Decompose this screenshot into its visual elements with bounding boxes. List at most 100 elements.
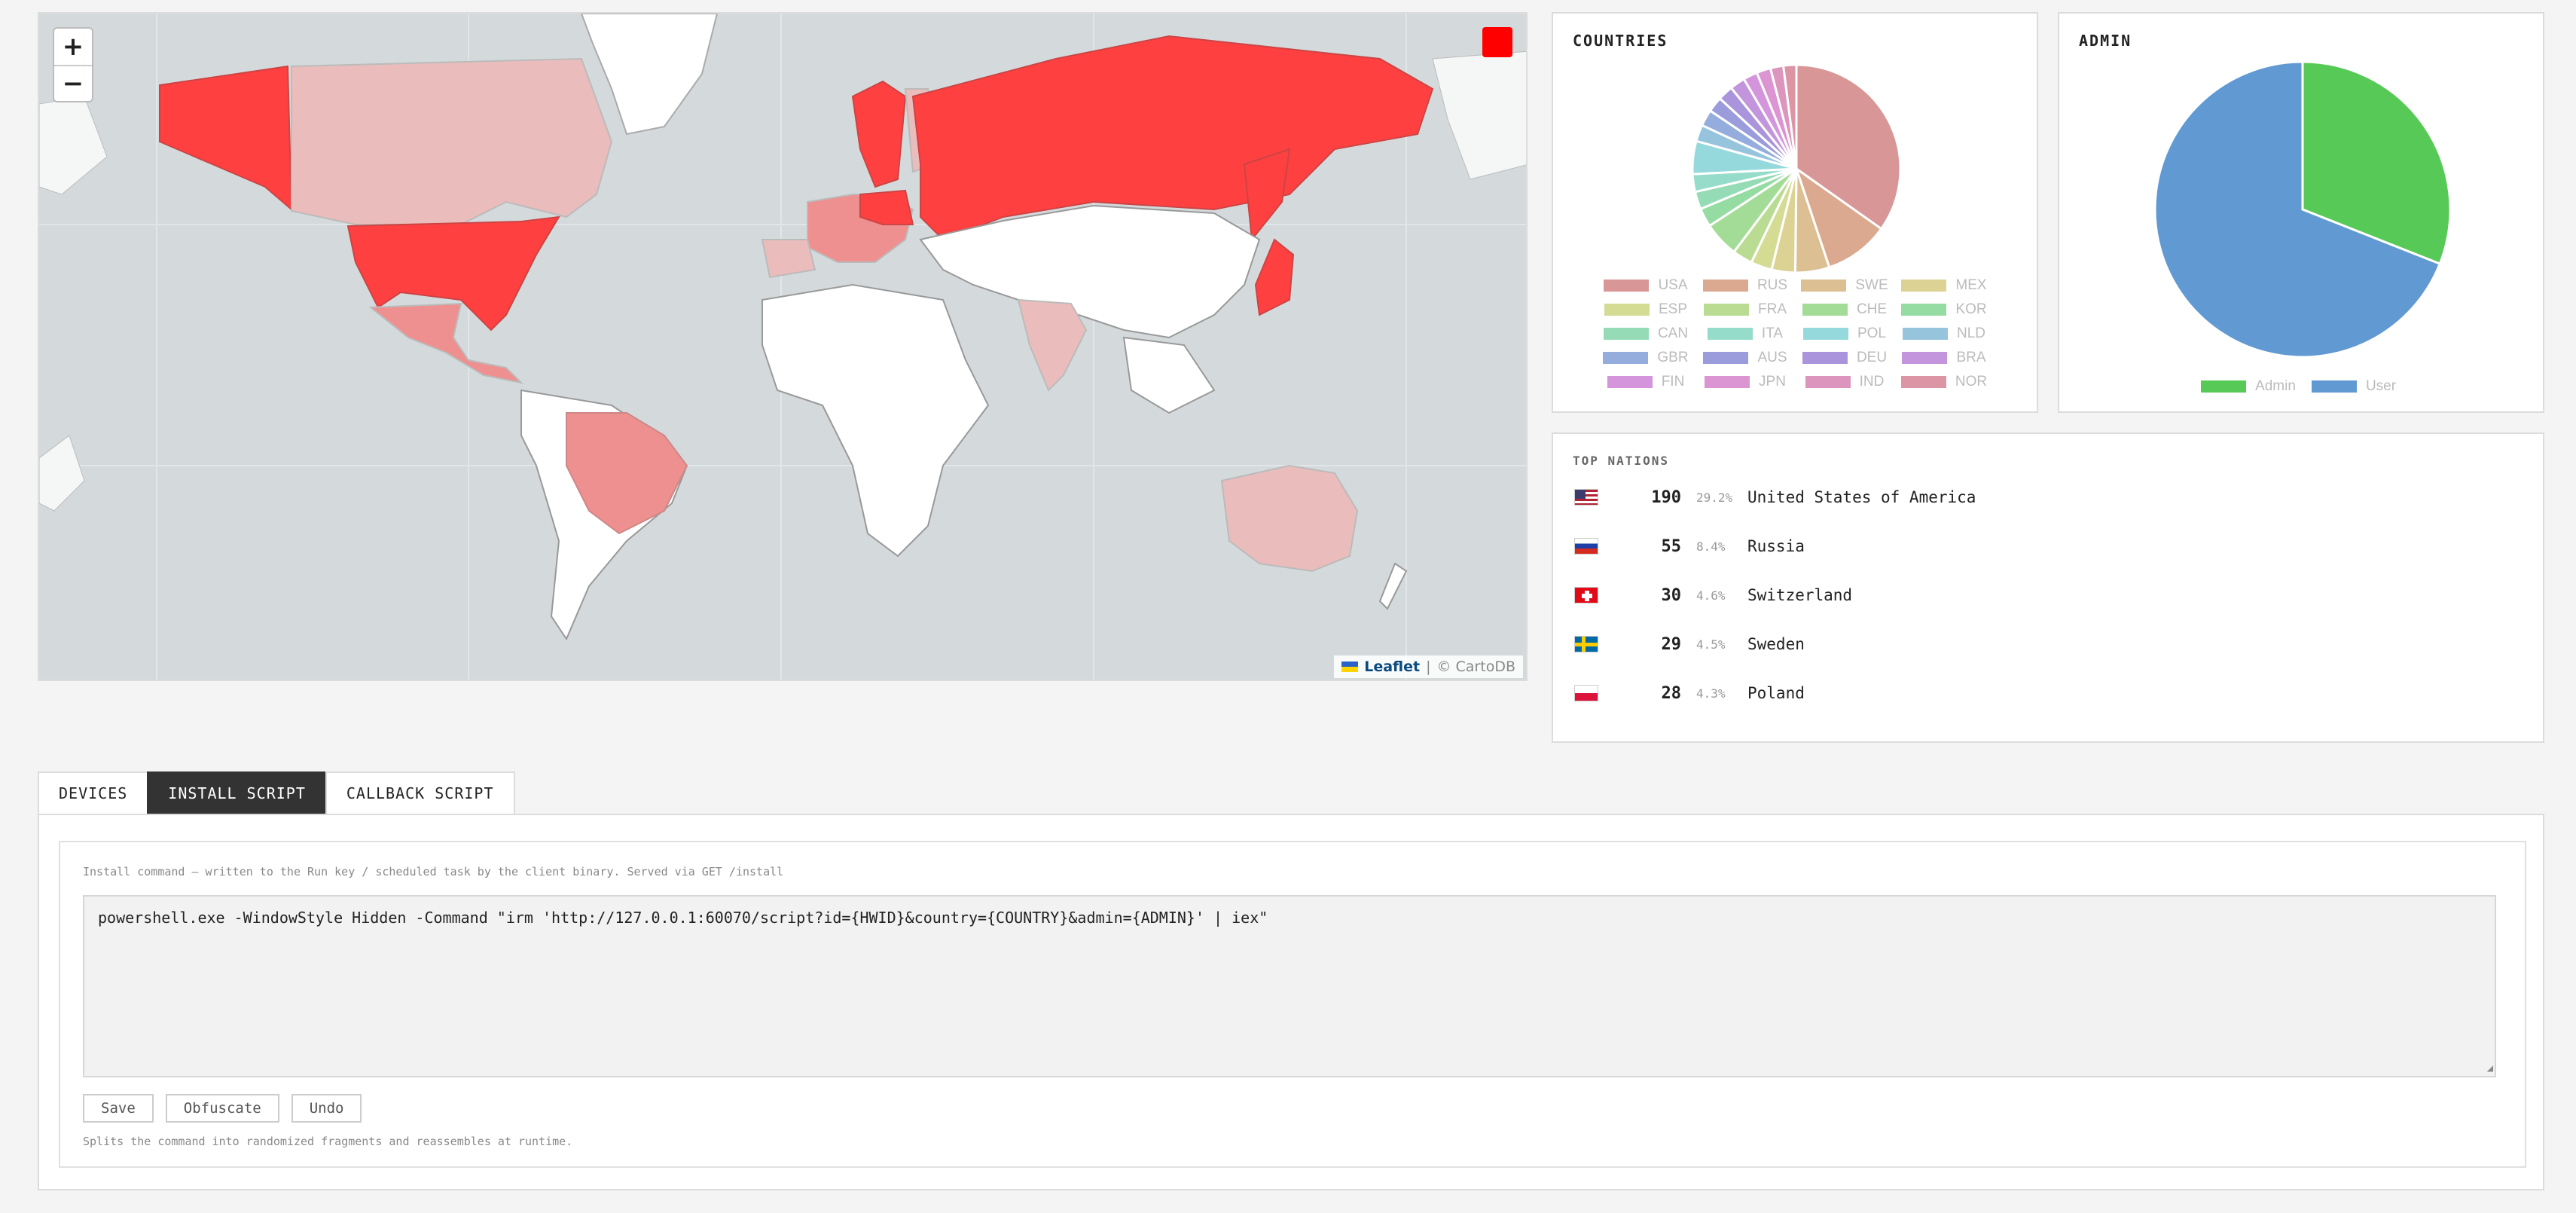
- admin-legend-admin[interactable]: Admin: [2196, 378, 2301, 395]
- countries-legend-kor[interactable]: KOR: [1894, 301, 1994, 318]
- countries-legend-ind[interactable]: IND: [1795, 374, 1894, 390]
- install-actions: Save Obfuscate Undo: [83, 1094, 362, 1123]
- countries-legend-ita[interactable]: ITA: [1695, 325, 1795, 342]
- legend-label: USA: [1658, 277, 1688, 293]
- obfuscate-button[interactable]: Obfuscate: [165, 1094, 279, 1123]
- legend-swatch: [1802, 352, 1848, 364]
- countries-legend-fin[interactable]: FIN: [1596, 374, 1695, 390]
- install-script-panel: Install command — written to the Run key…: [38, 814, 2544, 1190]
- attribution-separator: |: [1426, 658, 1431, 675]
- legend-swatch: [1901, 280, 1947, 292]
- countries-legend-gbr[interactable]: GBR: [1596, 350, 1695, 366]
- se-asia: [1122, 336, 1216, 414]
- legend-swatch: [1604, 280, 1650, 292]
- countries-legend-fra[interactable]: FRA: [1695, 301, 1795, 318]
- countries-pie-chart[interactable]: [1553, 14, 2040, 277]
- countries-legend-deu[interactable]: DEU: [1795, 350, 1894, 366]
- countries-legend-swe[interactable]: SWE: [1795, 277, 1894, 294]
- tab-callback-script[interactable]: CALLBACK SCRIPT: [325, 771, 515, 815]
- nation-name: Russia: [1747, 537, 1805, 555]
- admin-title: ADMIN: [2079, 32, 2132, 50]
- nation-row: 55 8.4% Russia: [1574, 531, 1805, 561]
- countries-panel: COUNTRIES USA RUS SWE MEX ESP FRA CHE KOR CAN ITA…: [1552, 12, 2038, 413]
- admin-legend: Admin User: [2059, 378, 2543, 402]
- nation-row: 29 4.5% Sweden: [1574, 629, 1805, 659]
- canada: [291, 57, 613, 225]
- flag-se-icon: [1574, 636, 1598, 652]
- legend-swatch: [1702, 280, 1748, 292]
- japan: [1254, 238, 1295, 316]
- tab-install-script[interactable]: INSTALL SCRIPT: [147, 771, 327, 815]
- admin-legend-user[interactable]: User: [2301, 378, 2407, 395]
- countries-title: COUNTRIES: [1573, 32, 1668, 50]
- countries-legend-pol[interactable]: POL: [1795, 325, 1894, 342]
- map-canvas[interactable]: [39, 14, 1528, 681]
- legend-label: RUS: [1757, 277, 1788, 293]
- countries-legend-jpn[interactable]: JPN: [1695, 374, 1795, 390]
- countries-legend-mex[interactable]: MEX: [1894, 277, 1994, 294]
- legend-label: CHE: [1856, 301, 1888, 317]
- countries-legend-nld[interactable]: NLD: [1894, 325, 1994, 342]
- australia: [1220, 464, 1359, 573]
- nation-percent: 8.4%: [1696, 539, 1726, 554]
- zoom-in-button[interactable]: +: [54, 29, 92, 65]
- script-tabs: DEVICES INSTALL SCRIPT CALLBACK SCRIPT: [38, 771, 515, 815]
- legend-label: DEU: [1856, 350, 1888, 365]
- legend-swatch: [1902, 352, 1948, 364]
- legend-swatch: [1705, 376, 1750, 388]
- legend-label: ITA: [1761, 325, 1784, 341]
- admin-pie-chart[interactable]: [2059, 14, 2546, 375]
- legend-label: ESP: [1658, 301, 1688, 317]
- arctic-west: [39, 96, 108, 195]
- legend-label: GBR: [1657, 350, 1689, 365]
- resize-grip-icon[interactable]: ◢: [2487, 1062, 2493, 1074]
- flag-cross-h: [1575, 643, 1598, 646]
- countries-legend-rus[interactable]: RUS: [1695, 277, 1795, 294]
- nation-percent: 4.6%: [1696, 588, 1726, 603]
- legend-swatch: [1603, 328, 1649, 340]
- flag-ru-icon: [1574, 538, 1598, 555]
- cartodb-link[interactable]: © CartoDB: [1437, 658, 1516, 675]
- countries-legend-esp[interactable]: ESP: [1596, 301, 1695, 318]
- legend-label: CAN: [1657, 325, 1689, 341]
- nation-name: Sweden: [1747, 635, 1805, 653]
- world-map[interactable]: + − Leaflet | © CartoDB: [38, 12, 1528, 681]
- legend-label: FRA: [1758, 301, 1787, 317]
- legend-swatch: [1607, 376, 1653, 388]
- nation-count: 30: [1661, 585, 1682, 605]
- install-command-text: powershell.exe -WindowStyle Hidden -Comm…: [98, 909, 1268, 927]
- zoom-control: + −: [53, 27, 93, 102]
- legend-swatch: [1703, 352, 1749, 364]
- countries-legend-nor[interactable]: NOR: [1894, 374, 1994, 390]
- countries-legend-che[interactable]: CHE: [1795, 301, 1894, 318]
- undo-button[interactable]: Undo: [291, 1094, 362, 1123]
- map-color-marker[interactable]: [1482, 27, 1512, 57]
- alaska: [159, 65, 293, 212]
- save-button[interactable]: Save: [83, 1094, 154, 1123]
- leaflet-link[interactable]: Leaflet: [1364, 658, 1420, 675]
- arctic-east: [1432, 50, 1526, 180]
- legend-swatch: [1604, 304, 1650, 316]
- legend-label: BRA: [1956, 350, 1986, 365]
- india: [1017, 298, 1088, 392]
- countries-legend-can[interactable]: CAN: [1596, 325, 1695, 342]
- ukraine-flag-icon: [1341, 661, 1359, 672]
- legend-label: NOR: [1955, 374, 1988, 390]
- tab-devices[interactable]: DEVICES: [38, 771, 149, 815]
- africa: [762, 283, 990, 558]
- flag-us-icon: [1574, 489, 1598, 506]
- legend-swatch: [1801, 280, 1847, 292]
- flag-pl-icon: [1574, 685, 1598, 701]
- zoom-out-button[interactable]: −: [54, 65, 92, 101]
- legend-label: AUS: [1757, 350, 1787, 365]
- countries-legend-aus[interactable]: AUS: [1695, 350, 1795, 366]
- obfuscate-hint: Splits the command into randomized fragm…: [83, 1135, 573, 1148]
- legend-swatch: [1603, 352, 1649, 364]
- kamchatka: [1243, 148, 1291, 242]
- legend-label: User: [2365, 378, 2397, 394]
- legend-swatch: [1805, 376, 1851, 388]
- install-command-textarea[interactable]: powershell.exe -WindowStyle Hidden -Comm…: [83, 895, 2496, 1077]
- countries-legend-bra[interactable]: BRA: [1894, 350, 1994, 366]
- nation-name: Poland: [1747, 684, 1805, 702]
- countries-legend-usa[interactable]: USA: [1596, 277, 1695, 294]
